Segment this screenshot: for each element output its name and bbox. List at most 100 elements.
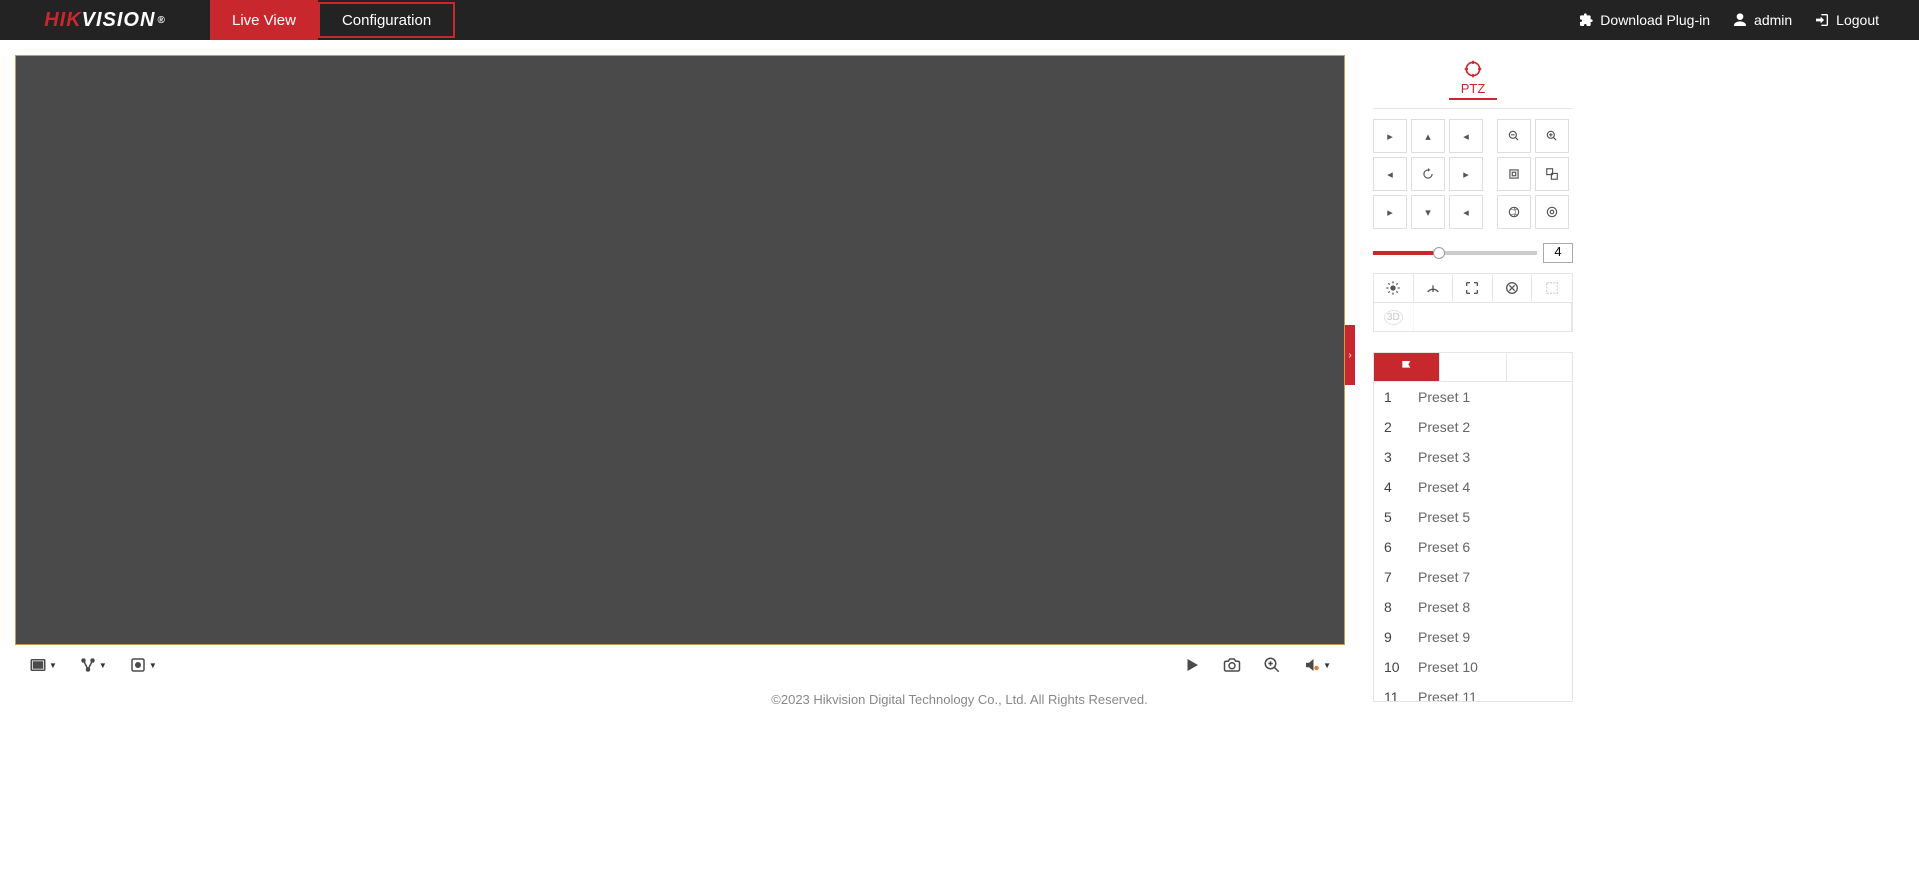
focus-far-button[interactable] bbox=[1535, 157, 1569, 191]
zoom-out-button[interactable] bbox=[1497, 119, 1531, 153]
manual-track-button[interactable] bbox=[1532, 274, 1572, 302]
arrow-down-left-icon: ▸ bbox=[1387, 206, 1393, 219]
preset-tab-pattern[interactable] bbox=[1507, 353, 1572, 381]
preset-panel: 1Preset 1 2 Preset 2 3Preset 34Preset 45Pre… bbox=[1373, 352, 1573, 702]
ptz-up-left-button[interactable]: ▸ bbox=[1373, 119, 1407, 153]
plugin-icon bbox=[129, 656, 147, 674]
video-toolbar: ▼ ▼ ▼ bbox=[15, 645, 1345, 685]
slider-track[interactable] bbox=[1373, 251, 1537, 255]
focus-corners-icon bbox=[1464, 280, 1480, 296]
preset-item[interactable]: 4Preset 4 bbox=[1374, 472, 1572, 502]
light-button[interactable] bbox=[1374, 274, 1414, 302]
iris-close-button[interactable] bbox=[1497, 195, 1531, 229]
ptz-function-row-2: 3D bbox=[1373, 303, 1573, 332]
ptz-down-right-button[interactable]: ◂ bbox=[1449, 195, 1483, 229]
ptz-speed-value: 4 bbox=[1543, 243, 1573, 263]
audio-button[interactable]: ▼ bbox=[1303, 656, 1331, 674]
video-viewport[interactable] bbox=[15, 55, 1345, 645]
brand-part1: HIK bbox=[44, 9, 81, 32]
ptz-aux-pad bbox=[1497, 119, 1569, 229]
preset-number: 6 bbox=[1384, 539, 1402, 555]
preset-item[interactable]: 7Preset 7 bbox=[1374, 562, 1572, 592]
arrow-up-icon: ▴ bbox=[1425, 130, 1431, 143]
download-plugin-link[interactable]: Download Plug-in bbox=[1578, 12, 1710, 28]
preset-label: Preset 2 bbox=[1418, 419, 1470, 435]
3d-position-button[interactable]: 3D bbox=[1374, 303, 1414, 331]
preset-label: Preset 10 bbox=[1418, 659, 1478, 675]
user-label: admin bbox=[1754, 12, 1792, 28]
right-panel: PTZ ▸ ▴ ◂ ◂ ▸ ▸ ▾ ◂ bbox=[1355, 55, 1573, 688]
preset-number: 7 bbox=[1384, 569, 1402, 585]
brand-reg: ® bbox=[157, 15, 165, 26]
focus-near-button[interactable] bbox=[1497, 157, 1531, 191]
zoom-icon bbox=[1263, 656, 1281, 674]
refresh-icon bbox=[1421, 167, 1435, 181]
snapshot-button[interactable] bbox=[1223, 656, 1241, 674]
user-icon bbox=[1732, 12, 1748, 28]
ptz-up-right-button[interactable]: ◂ bbox=[1449, 119, 1483, 153]
ptz-left-button[interactable]: ◂ bbox=[1373, 157, 1407, 191]
flag-icon bbox=[1399, 359, 1415, 375]
preset-label: Preset 6 bbox=[1418, 539, 1470, 555]
ptz-right-button[interactable]: ▸ bbox=[1449, 157, 1483, 191]
light-icon bbox=[1385, 280, 1401, 296]
wiper-button[interactable] bbox=[1414, 274, 1454, 302]
preset-item[interactable]: 9Preset 9 bbox=[1374, 622, 1572, 652]
preset-item[interactable]: 10Preset 10 bbox=[1374, 652, 1572, 682]
caret-down-icon: ▼ bbox=[149, 661, 157, 670]
track-icon bbox=[1544, 280, 1560, 296]
preset-number: 2 bbox=[1384, 419, 1402, 435]
preset-item[interactable]: 3Preset 3 bbox=[1374, 442, 1572, 472]
preset-number: 4 bbox=[1384, 479, 1402, 495]
preset-item[interactable]: 2 Preset 2 bbox=[1374, 412, 1572, 442]
puzzle-icon bbox=[1578, 12, 1594, 28]
ptz-down-button[interactable]: ▾ bbox=[1411, 195, 1445, 229]
ptz-down-left-button[interactable]: ▸ bbox=[1373, 195, 1407, 229]
zoom-out-icon bbox=[1507, 129, 1521, 143]
preset-item[interactable]: 1Preset 1 bbox=[1374, 382, 1572, 412]
user-link[interactable]: admin bbox=[1732, 12, 1792, 28]
footer-copyright: ©2023 Hikvision Digital Technology Co., … bbox=[0, 688, 1919, 711]
iris-open-button[interactable] bbox=[1535, 195, 1569, 229]
ptz-tab[interactable]: PTZ bbox=[1373, 55, 1573, 102]
arrow-left-icon: ◂ bbox=[1387, 168, 1393, 181]
preset-item[interactable]: 8Preset 8 bbox=[1374, 592, 1572, 622]
plugin-type-button[interactable]: ▼ bbox=[129, 656, 157, 674]
stream-icon bbox=[79, 656, 97, 674]
camera-icon bbox=[1223, 656, 1241, 674]
ptz-speed-slider[interactable]: 4 bbox=[1373, 243, 1573, 263]
preset-tab-presets[interactable] bbox=[1374, 353, 1440, 381]
tab-configuration[interactable]: Configuration bbox=[318, 2, 455, 38]
video-column: ▼ ▼ ▼ bbox=[15, 55, 1345, 688]
stream-type-button[interactable]: ▼ bbox=[79, 656, 107, 674]
aux-focus-button[interactable] bbox=[1453, 274, 1493, 302]
arrow-up-right-icon: ◂ bbox=[1463, 130, 1469, 143]
window-split-icon bbox=[29, 656, 47, 674]
play-stop-button[interactable] bbox=[1183, 656, 1201, 674]
preset-number: 9 bbox=[1384, 629, 1402, 645]
iris-open-icon bbox=[1545, 205, 1559, 219]
app-header: HIKVISION® Live View Configuration Downl… bbox=[0, 0, 1919, 40]
ptz-panel: PTZ ▸ ▴ ◂ ◂ ▸ ▸ ▾ ◂ bbox=[1373, 55, 1573, 332]
preset-list[interactable]: 1Preset 1 2 Preset 2 3Preset 34Preset 45Pre… bbox=[1373, 382, 1573, 702]
ptz-auto-button[interactable] bbox=[1411, 157, 1445, 191]
ptz-up-button[interactable]: ▴ bbox=[1411, 119, 1445, 153]
window-split-button[interactable]: ▼ bbox=[29, 656, 57, 674]
preset-tab-patrol[interactable] bbox=[1440, 353, 1506, 381]
digital-zoom-button[interactable] bbox=[1263, 656, 1281, 674]
zoom-in-icon bbox=[1545, 129, 1559, 143]
logout-link[interactable]: Logout bbox=[1814, 12, 1879, 28]
focus-near-icon bbox=[1507, 167, 1521, 181]
lens-init-button[interactable] bbox=[1493, 274, 1533, 302]
zoom-in-button[interactable] bbox=[1535, 119, 1569, 153]
tab-live-view[interactable]: Live View bbox=[210, 0, 318, 40]
slider-thumb[interactable] bbox=[1433, 247, 1445, 259]
caret-down-icon: ▼ bbox=[49, 661, 57, 670]
preset-item[interactable]: 5Preset 5 bbox=[1374, 502, 1572, 532]
ptz-target-icon bbox=[1463, 59, 1483, 79]
preset-item[interactable]: 6 Preset 6 bbox=[1374, 532, 1572, 562]
preset-label: Preset 8 bbox=[1418, 599, 1470, 615]
panel-collapse-handle[interactable]: › bbox=[1345, 325, 1355, 385]
header-right: Download Plug-in admin Logout bbox=[1578, 12, 1919, 28]
preset-item[interactable]: 11Preset 11 bbox=[1374, 682, 1572, 702]
